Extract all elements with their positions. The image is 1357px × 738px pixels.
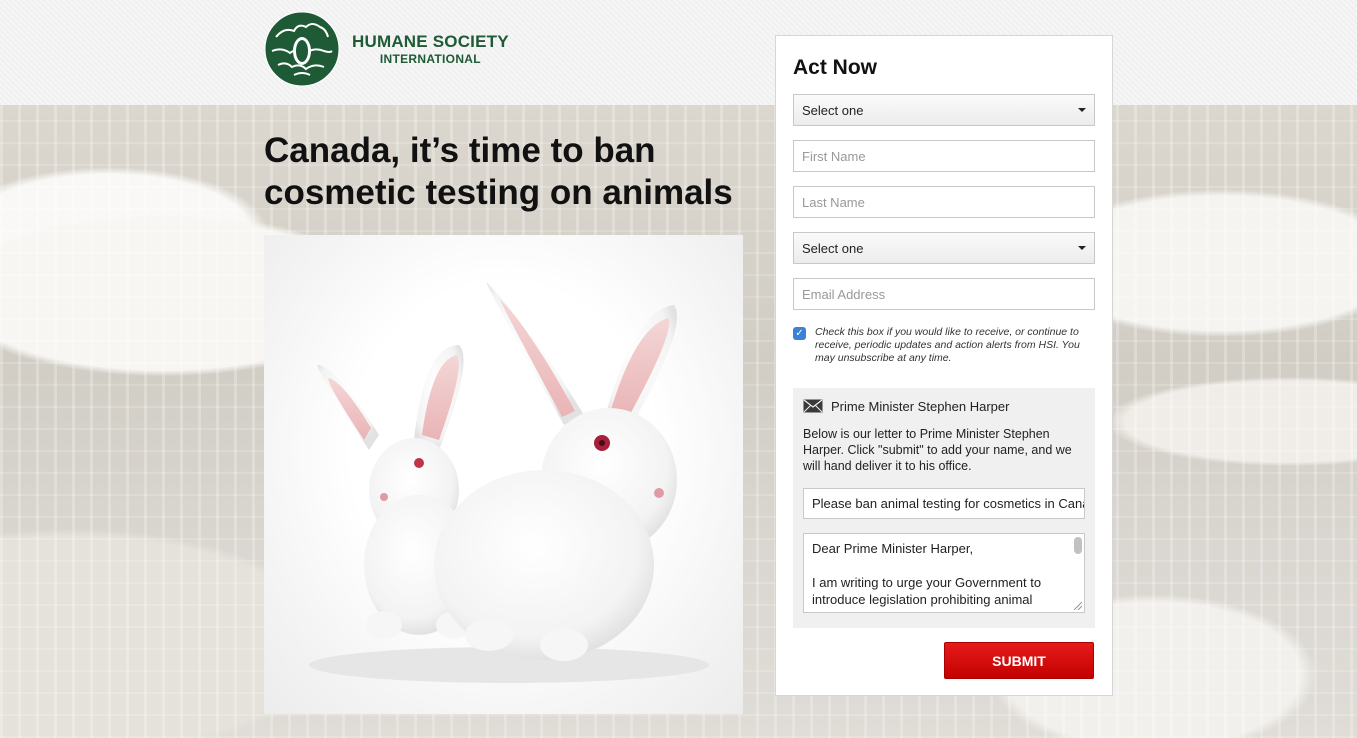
checkmark-icon: ✓ xyxy=(795,328,804,339)
form-title: Act Now xyxy=(793,56,877,79)
logo-line-1: HUMANE SOCIETY xyxy=(352,32,509,51)
email-placeholder: Email Address xyxy=(802,286,886,302)
title-select[interactable]: Select one xyxy=(793,94,1095,126)
letter-box: Prime Minister Stephen Harper Below is o… xyxy=(793,388,1095,628)
optin-text: Check this box if you would like to rece… xyxy=(815,326,1080,364)
logo[interactable]: HUMANE SOCIETY INTERNATIONAL xyxy=(264,10,524,88)
optin-checkbox[interactable]: ✓ xyxy=(793,327,806,340)
rabbits-illustration xyxy=(309,282,709,683)
envelope-icon xyxy=(803,399,823,413)
letter-recipient: Prime Minister Stephen Harper xyxy=(803,398,1085,414)
optin-row: ✓ Check this box if you would like to re… xyxy=(793,326,1095,365)
letter-subject-value: Please ban animal testing for cosmetics … xyxy=(812,496,1085,511)
title-select-value: Select one xyxy=(802,102,864,118)
letter-intro: Below is our letter to Prime Minister St… xyxy=(803,427,1072,473)
letter-salutation: Dear Prime Minister Harper, xyxy=(812,541,974,556)
letter-body-line: I am writing to urge your Government to … xyxy=(812,575,1042,607)
chevron-down-icon xyxy=(1078,246,1086,250)
chevron-down-icon xyxy=(1078,108,1086,112)
logo-line-2: INTERNATIONAL xyxy=(379,52,481,66)
country-select[interactable]: Select one xyxy=(793,232,1095,264)
letter-body-textarea[interactable]: Dear Prime Minister Harper, I am writing… xyxy=(803,533,1085,613)
submit-button[interactable]: SUBMIT xyxy=(944,642,1094,679)
resize-handle-icon[interactable] xyxy=(1074,602,1082,610)
last-name-field[interactable]: Last Name xyxy=(793,186,1095,218)
globe-with-animals-icon xyxy=(264,11,340,87)
last-name-placeholder: Last Name xyxy=(802,194,865,210)
header-bar xyxy=(0,0,1357,105)
email-field[interactable]: Email Address xyxy=(793,278,1095,310)
first-name-placeholder: First Name xyxy=(802,148,866,164)
letter-subject-input[interactable]: Please ban animal testing for cosmetics … xyxy=(803,488,1085,519)
logo-wordmark: HUMANE SOCIETY INTERNATIONAL xyxy=(352,32,509,66)
page-title: Canada, it’s time to ban cosmetic testin… xyxy=(264,131,733,212)
act-now-form: Act Now Select one First Name Last Name … xyxy=(775,35,1113,696)
textarea-scrollbar[interactable] xyxy=(1074,537,1082,554)
hero-image-rabbits xyxy=(264,235,743,714)
country-select-value: Select one xyxy=(802,240,864,256)
recipient-name: Prime Minister Stephen Harper xyxy=(831,398,1010,414)
first-name-field[interactable]: First Name xyxy=(793,140,1095,172)
